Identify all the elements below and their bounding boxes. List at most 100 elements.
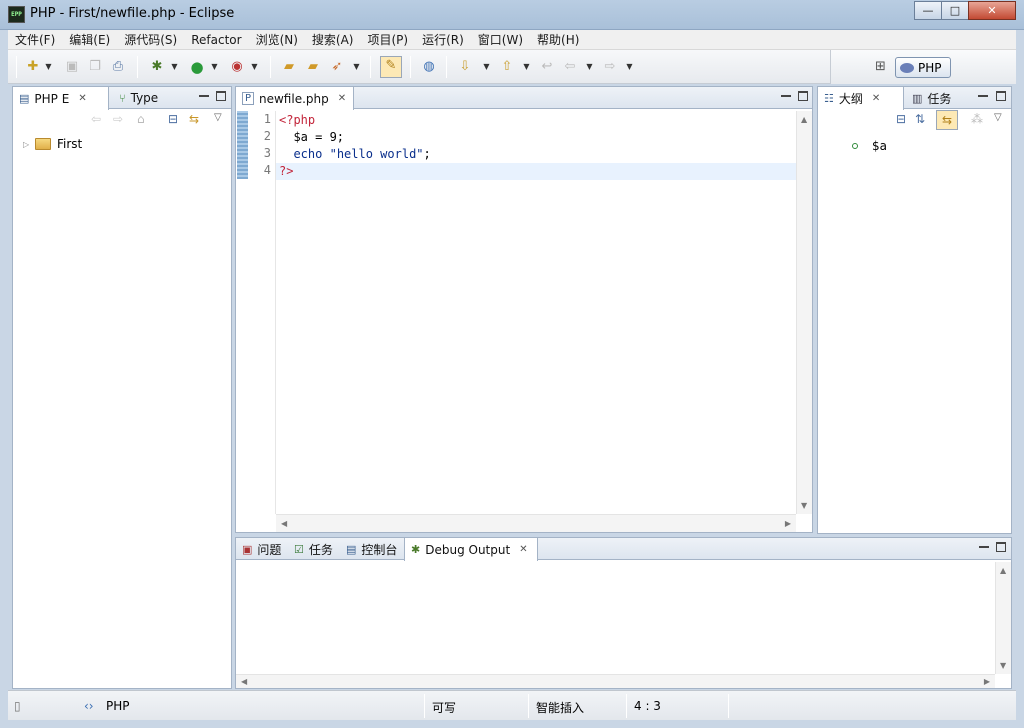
- toolbar-separator: [410, 56, 411, 78]
- mark-occurrences-icon[interactable]: ✎: [380, 56, 402, 78]
- save-icon[interactable]: ▣: [63, 58, 81, 76]
- minimize-button[interactable]: —: [914, 1, 942, 20]
- filter-icon[interactable]: ⁂: [971, 112, 983, 126]
- run-dropdown-icon[interactable]: ▼: [210, 58, 219, 76]
- menu-project[interactable]: 项目(P): [360, 31, 415, 48]
- menu-source[interactable]: 源代码(S): [117, 31, 184, 48]
- scroll-left-icon[interactable]: ◀: [281, 519, 287, 528]
- link-with-editor-icon[interactable]: ⇆: [189, 112, 199, 126]
- forward-dropdown-icon[interactable]: ▼: [625, 58, 634, 76]
- minimize-editor-icon[interactable]: [781, 91, 791, 97]
- scroll-up-icon[interactable]: ▲: [1000, 566, 1006, 575]
- scroll-left-icon[interactable]: ◀: [241, 677, 247, 686]
- forward-icon[interactable]: ⇨: [113, 112, 123, 126]
- external-tools-icon[interactable]: ◉: [228, 58, 246, 76]
- close-tab-icon[interactable]: ✕: [872, 93, 880, 104]
- new-dropdown-icon[interactable]: ▼: [44, 58, 53, 76]
- back-dropdown-icon[interactable]: ▼: [585, 58, 594, 76]
- next-annotation-dropdown-icon[interactable]: ▼: [482, 58, 491, 76]
- forward-icon[interactable]: ⇨: [601, 58, 619, 76]
- maximize-editor-icon[interactable]: [798, 91, 808, 101]
- code-line[interactable]: $a = 9;: [276, 129, 796, 146]
- maximize-view-icon[interactable]: [216, 91, 226, 101]
- next-annotation-icon[interactable]: ⇩: [456, 58, 474, 76]
- previous-annotation-icon[interactable]: ⇧: [498, 58, 516, 76]
- maximize-button[interactable]: □: [941, 1, 969, 20]
- scroll-right-icon[interactable]: ▶: [785, 519, 791, 528]
- launch-icon[interactable]: ➶: [328, 58, 346, 76]
- view-menu-icon[interactable]: ▽: [214, 112, 222, 123]
- debug-icon[interactable]: ✱: [148, 58, 166, 76]
- tab-tasks[interactable]: ▥ 任务: [906, 87, 957, 109]
- link-with-editor-icon[interactable]: ⇆: [936, 110, 958, 130]
- tab-problems[interactable]: ▣ 问题: [236, 538, 287, 560]
- back-icon[interactable]: ⇦: [91, 112, 101, 126]
- toolbar-separator: [370, 56, 371, 78]
- scroll-up-icon[interactable]: ▲: [801, 115, 807, 124]
- scroll-down-icon[interactable]: ▼: [801, 501, 807, 510]
- up-icon[interactable]: ⌂: [137, 112, 145, 126]
- minimize-view-icon[interactable]: [978, 91, 988, 97]
- tab-outline[interactable]: ☷ 大纲 ✕: [818, 87, 904, 110]
- php-perspective-button[interactable]: PHP: [895, 57, 951, 78]
- back-icon[interactable]: ⇦: [561, 58, 579, 76]
- fast-view-icon[interactable]: ▯: [14, 699, 21, 713]
- outline-item-label: $a: [872, 139, 887, 153]
- outline-item[interactable]: $a: [852, 139, 887, 153]
- annotation-ruler: [236, 111, 249, 514]
- close-tab-icon[interactable]: ✕: [338, 93, 346, 104]
- code-line[interactable]: ?>: [276, 163, 796, 180]
- close-button[interactable]: ✕: [968, 1, 1016, 20]
- menu-file[interactable]: 文件(F): [8, 31, 62, 48]
- view-menu-icon[interactable]: ▽: [994, 112, 1002, 123]
- expand-icon[interactable]: ▷: [23, 140, 35, 149]
- close-tab-icon[interactable]: ✕: [519, 544, 527, 555]
- close-tab-icon[interactable]: ✕: [78, 93, 86, 104]
- save-all-icon[interactable]: ❐: [86, 58, 104, 76]
- tab-newfile-php[interactable]: P newfile.php ✕: [236, 87, 354, 110]
- launch-dropdown-icon[interactable]: ▼: [352, 58, 361, 76]
- menu-run[interactable]: 运行(R): [415, 31, 471, 48]
- collapse-all-icon[interactable]: ⊟: [168, 112, 178, 126]
- previous-annotation-dropdown-icon[interactable]: ▼: [522, 58, 531, 76]
- open-folder-icon[interactable]: ▰: [280, 58, 298, 76]
- editor-horizontal-scrollbar[interactable]: ◀ ▶: [276, 514, 796, 532]
- tree-item-project[interactable]: ▷ First: [23, 137, 82, 151]
- output-horizontal-scrollbar[interactable]: ◀ ▶: [236, 674, 995, 688]
- print-icon[interactable]: ⎙: [109, 58, 127, 76]
- menu-help[interactable]: 帮助(H): [530, 31, 586, 48]
- tab-label: 任务: [927, 91, 952, 106]
- editor-vertical-scrollbar[interactable]: ▲ ▼: [796, 111, 812, 514]
- collapse-all-icon[interactable]: ⊟: [896, 112, 906, 126]
- php-elephant-icon: [900, 62, 914, 73]
- tab-tasks[interactable]: ☑ 任务: [288, 538, 339, 560]
- open-perspective-icon[interactable]: ⊞: [875, 59, 886, 74]
- menu-edit[interactable]: 编辑(E): [62, 31, 117, 48]
- new-icon[interactable]: ✚: [24, 58, 42, 76]
- tab-debug-output[interactable]: ✱ Debug Output ✕: [404, 538, 538, 561]
- open-project-icon[interactable]: ▰: [304, 58, 322, 76]
- output-vertical-scrollbar[interactable]: ▲ ▼: [995, 562, 1011, 674]
- sort-icon[interactable]: ⇅: [915, 112, 925, 126]
- maximize-view-icon[interactable]: [996, 91, 1006, 101]
- tab-type-hierarchy[interactable]: ⑂ Type: [113, 87, 164, 109]
- debug-dropdown-icon[interactable]: ▼: [170, 58, 179, 76]
- external-tools-dropdown-icon[interactable]: ▼: [250, 58, 259, 76]
- minimize-view-icon[interactable]: [199, 91, 209, 97]
- tab-console[interactable]: ▤ 控制台: [340, 538, 403, 560]
- maximize-view-icon[interactable]: [996, 542, 1006, 552]
- last-edit-icon[interactable]: ↩: [538, 58, 556, 76]
- run-icon[interactable]: ●: [188, 58, 206, 76]
- menu-refactor[interactable]: Refactor: [184, 33, 248, 47]
- scroll-down-icon[interactable]: ▼: [1000, 661, 1006, 670]
- code-editor[interactable]: <?php $a = 9; echo "hello world"; ?>: [276, 111, 796, 514]
- tab-php-explorer[interactable]: ▤ PHP E ✕: [13, 87, 109, 110]
- minimize-view-icon[interactable]: [979, 542, 989, 548]
- menu-search[interactable]: 搜索(A): [305, 31, 361, 48]
- menu-window[interactable]: 窗口(W): [471, 31, 530, 48]
- scroll-right-icon[interactable]: ▶: [984, 677, 990, 686]
- menu-navigate[interactable]: 浏览(N): [249, 31, 305, 48]
- code-line[interactable]: <?php: [276, 112, 796, 129]
- code-line[interactable]: echo "hello world";: [276, 146, 796, 163]
- globe-icon[interactable]: ◍: [420, 58, 438, 76]
